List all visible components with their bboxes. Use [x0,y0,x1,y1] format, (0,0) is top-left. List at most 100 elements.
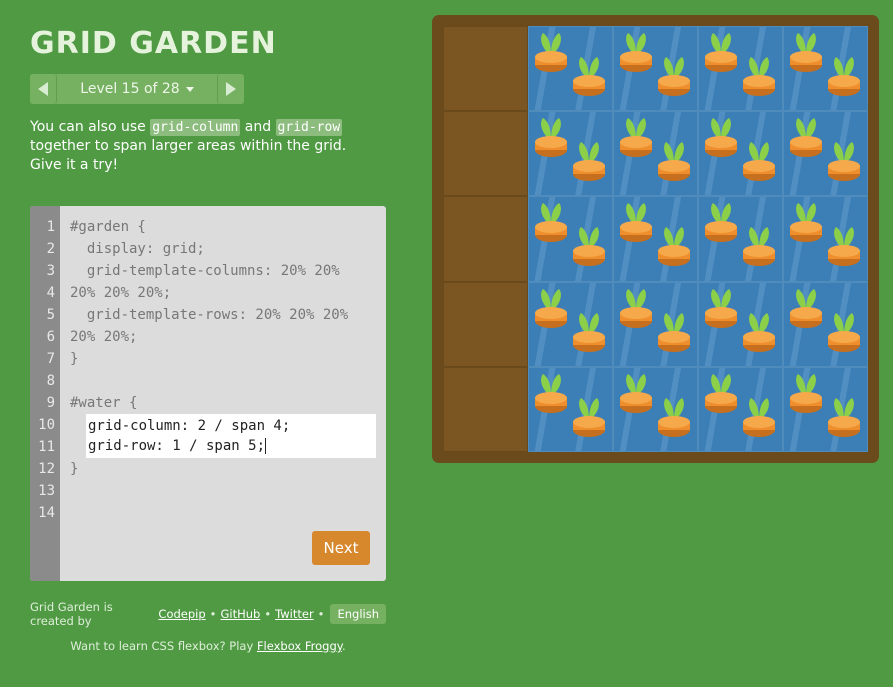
carrot-icon [573,142,605,182]
caret-down-icon [185,86,194,92]
separator: • [317,607,325,621]
water-cell [528,281,613,367]
separator: • [209,607,217,621]
code-input-area[interactable]: grid-column: 2 / span 4; grid-row: 1 / s… [86,414,376,458]
water-cell [613,111,698,197]
separator: • [264,607,272,621]
water-cell [698,196,783,282]
previous-level-button[interactable] [30,74,57,104]
water-cell [528,111,613,197]
carrot-icon [828,312,860,352]
water-cell [783,281,868,367]
carrot-icon [620,203,652,243]
app-title: GRID GARDEN [30,26,277,61]
carrot-icon [828,227,860,267]
water-cell [783,111,868,197]
carrot-icon [658,312,690,352]
carrot-icon [828,57,860,96]
carrot-icon [743,142,775,182]
credits: Grid Garden is created by Codepip • GitH… [30,600,386,628]
carrot-icon [535,33,567,72]
line-number: 2 [46,241,55,257]
level-navigation: Level 15 of 28 [30,74,244,104]
water-cell [783,196,868,282]
water-cell [613,281,698,367]
carrot-icon [743,227,775,267]
github-link[interactable]: GitHub [220,607,260,621]
language-button[interactable]: English [330,604,386,624]
next-level-button[interactable] [217,74,244,104]
carrot-icon [658,397,690,437]
line-number: 14 [38,505,55,521]
code-line: 20% 20%; [70,329,138,345]
water-cell [783,366,868,452]
line-number: 10 [38,417,55,433]
carrot-icon [573,57,605,96]
codepip-link[interactable]: Codepip [158,607,205,621]
carrot-icon [828,142,860,182]
water-cell [698,26,783,112]
garden-board [432,15,879,463]
carrot-icon [620,33,652,72]
line-number: 7 [46,351,55,367]
code-line: grid-template-columns: 20% 20% [70,263,340,279]
carrot-icon [620,373,652,413]
line-number: 4 [46,285,55,301]
carrot-icon [658,227,690,267]
carrot-icon [535,203,567,243]
carrot-icon [705,203,737,243]
line-number: 8 [46,373,55,389]
carrot-icon [743,57,775,96]
carrot-icon [828,397,860,437]
dirt-cell [443,26,528,112]
carrot-icon [790,33,822,72]
carrot-icon [573,397,605,437]
dirt-cell [443,366,528,452]
flexbox-promo: Want to learn CSS flexbox? Play Flexbox … [30,639,386,653]
carrot-icon [705,373,737,413]
code-grid-column: grid-column [150,119,241,136]
line-number: 9 [46,395,55,411]
carrot-icon [573,312,605,352]
carrot-icon [535,288,567,328]
flexbox-froggy-link[interactable]: Flexbox Froggy [257,639,342,653]
carrot-icon [790,373,822,413]
dirt-cell [443,196,528,282]
line-number: 5 [46,307,55,323]
line-number: 11 [38,439,55,455]
water-cell [698,366,783,452]
carrot-icon [658,57,690,96]
carrot-icon [705,118,737,158]
carrot-icon [573,227,605,267]
line-number: 12 [38,461,55,477]
carrot-icon [790,118,822,158]
carrot-icon [620,288,652,328]
line-number: 13 [38,483,55,499]
line-number: 1 [46,219,55,235]
code-line: display: grid; [70,241,205,257]
level-dropdown[interactable]: Level 15 of 28 [57,74,217,104]
text-cursor [265,438,267,454]
line-number: 3 [46,263,55,279]
next-button[interactable]: Next [312,531,370,565]
carrot-icon [790,203,822,243]
css-editor: 1 2 3 4 5 6 7 8 9 10 11 12 13 14 #garden { display: g… [30,206,386,581]
code-input-line-1[interactable]: grid-column: 2 / span 4; [88,416,374,436]
carrot-icon [535,373,567,413]
water-cell [528,26,613,112]
carrot-icon [705,33,737,72]
instructions-prefix: You can also use [30,119,151,135]
code-input-line-2[interactable]: grid-row: 1 / span 5; [88,436,374,456]
water-cell [698,111,783,197]
twitter-link[interactable]: Twitter [275,607,314,621]
carrot-icon [705,288,737,328]
garden-grid [443,26,868,452]
water-cell [613,196,698,282]
credits-text: Grid Garden is created by [30,600,113,628]
instructions-suffix: together to span larger areas within the… [30,138,347,173]
carrot-icon [658,142,690,182]
instructions: You can also use grid-column and grid-ro… [30,118,382,175]
water-cell [698,281,783,367]
code-line: #garden { [70,219,146,235]
code-line: 20% 20% 20%; [70,285,172,301]
